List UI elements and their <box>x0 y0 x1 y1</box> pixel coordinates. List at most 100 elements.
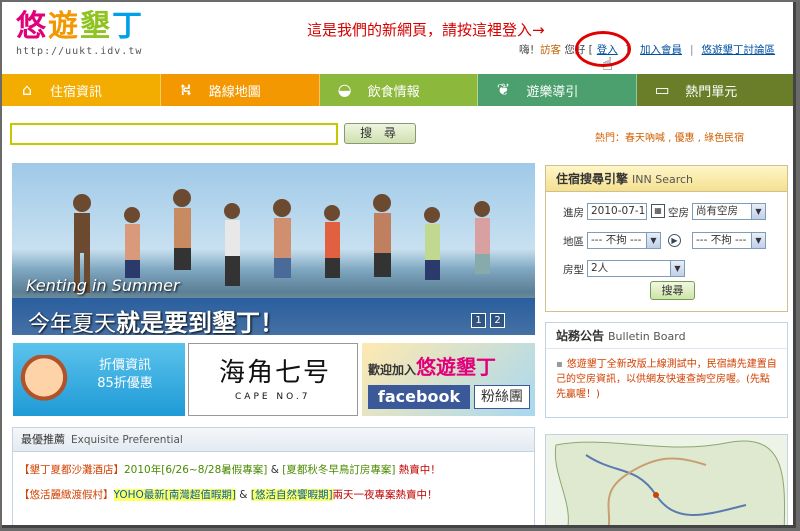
leaf-icon: ❦ <box>496 80 511 99</box>
hand-cursor-icon: ☝ <box>602 54 613 75</box>
inn-title-en: INN Search <box>632 173 694 186</box>
chevron-down-icon: ▼ <box>670 261 684 276</box>
greeting-prefix: 嗨！ <box>519 44 540 56</box>
banner-page-2[interactable]: 2 <box>490 313 505 328</box>
road-icon: ⛕ <box>179 80 192 99</box>
preferential-title: 最優推薦 <box>21 433 65 446</box>
link-divider: | <box>690 44 694 56</box>
forum-link[interactable]: 悠遊墾丁討論區 <box>702 44 776 56</box>
fans-label: 粉絲團 <box>474 385 530 409</box>
main-nav: ⌂ 住宿資訊 ⛕ 路線地圖 ◒ 飲食情報 ❦ 遊樂導引 ▭ 熱門單元 <box>2 74 793 106</box>
search-button[interactable]: 搜 尋 <box>344 123 416 144</box>
browser-page: 悠遊墾丁 http://uukt.idv.tw 這是我們的新網頁，請按這裡登入→… <box>2 2 796 528</box>
logo-char-3: 墾 <box>80 9 112 44</box>
calendar-icon[interactable]: ▦ <box>651 204 665 218</box>
discount-text: 折價資訊 85折優惠 <box>75 357 175 393</box>
search-input[interactable] <box>10 123 338 145</box>
inn-search-header: 住宿搜尋引擎 INN Search <box>546 166 787 192</box>
map-graphic <box>554 440 786 525</box>
banner-english-title: Kenting in Summer <box>26 276 180 295</box>
room-label: 空房 <box>668 207 689 219</box>
area-value-1: --- 不拘 --- <box>591 234 642 246</box>
checkin-label: 進房 <box>563 207 584 219</box>
inn-search-button[interactable]: 搜尋 <box>650 281 695 300</box>
room-type-label: 房型 <box>563 264 584 276</box>
facebook-card[interactable]: 歡迎加入悠遊墾丁 facebook 粉絲團 <box>362 343 535 416</box>
hot-label: 熱門： <box>595 133 625 144</box>
hero-banner[interactable]: Kenting in Summer 今年夏天就是要到墾丁！ 1 2 <box>12 163 535 335</box>
room-value: 尚有空房 <box>696 205 738 217</box>
preferential-header: 最優推薦 Exquisite Preferential <box>13 428 534 452</box>
preferential-item-2[interactable]: 【悠活麗緻渡假村】YOHO最新[南灣超值暇期] & [悠活自然饗暇期]兩天一夜專… <box>13 487 534 502</box>
nav-food[interactable]: ◒ 飲食情報 <box>319 74 479 106</box>
cape-subtitle: CAPE NO.7 <box>235 392 311 402</box>
room-type-value: 2人 <box>591 262 609 274</box>
fb-brand: 悠遊墾丁 <box>416 355 497 379</box>
area-label: 地區 <box>563 236 584 248</box>
hot-items[interactable]: 春天吶喊 , 優惠 , 綠色民宿 <box>625 133 744 144</box>
discount-card[interactable]: 折價資訊 85折優惠 <box>13 343 185 416</box>
area-value-2: --- 不拘 --- <box>696 234 747 246</box>
promo-hot: 熱賣中！ <box>395 464 441 476</box>
promo-early: [夏都秋冬早鳥訂房專案] <box>282 464 396 476</box>
map-preview[interactable] <box>545 434 788 525</box>
promo-amp: & <box>235 489 251 501</box>
bowl-icon: ◒ <box>337 80 352 99</box>
bulletin-text: 悠遊墾丁全新改版上線測試中，民宿請先建置自己的空房資訊，以供網友快速查詢空房喔。… <box>556 359 777 400</box>
site-logo[interactable]: 悠遊墾丁 http://uukt.idv.tw <box>16 10 144 58</box>
banner-zh-prefix: 今年夏天 <box>28 312 117 335</box>
facebook-logo: facebook <box>368 385 470 409</box>
resort-name: 【悠活麗緻渡假村】 <box>19 489 114 501</box>
logo-text: 悠遊墾丁 <box>16 10 144 44</box>
cape-no7-card[interactable]: 海角七号 CAPE NO.7 <box>188 343 358 416</box>
inn-search-form: 進房 2010-07-13 ▦ 空房 尚有空房 ▼ 地區 --- 不拘 --- ▼ … <box>546 192 787 311</box>
nav-label: 路線地圖 <box>208 84 261 100</box>
join-member-link[interactable]: 加入會員 <box>640 44 682 56</box>
logo-url: http://uukt.idv.tw <box>16 46 143 57</box>
fb-prefix: 歡迎加入 <box>368 363 417 377</box>
house-icon: ⌂ <box>21 80 33 99</box>
login-annotation: 這是我們的新網頁，請按這裡登入→ <box>307 21 545 39</box>
greeting-guest: 訪客 <box>540 44 561 56</box>
area-select-2[interactable]: --- 不拘 --- ▼ <box>692 232 766 249</box>
room-select[interactable]: 尚有空房 ▼ <box>692 203 766 220</box>
play-arrow-icon[interactable]: ▶ <box>668 234 681 247</box>
preferential-title-en: Exquisite Preferential <box>71 434 183 446</box>
nav-label: 遊樂導引 <box>526 84 579 100</box>
room-type-select[interactable]: 2人 ▼ <box>587 260 685 277</box>
bulletin-header: 站務公告 Bulletin Board <box>546 323 787 349</box>
banner-zh-bold: 就是要到墾丁！ <box>116 309 285 335</box>
bullet-icon: ▪ <box>556 359 563 370</box>
nav-label: 熱門單元 <box>685 84 738 100</box>
promo-highlight-2: [悠活自然饗暇期] <box>250 489 333 501</box>
bulletin-item[interactable]: ▪ 悠遊墾丁全新改版上線測試中，民宿請先建置自己的空房資訊，以供網友快速查詢空房喔… <box>546 349 787 402</box>
bulletin-title-en: Bulletin Board <box>608 330 686 343</box>
hot-keywords: 熱門：春天吶喊 , 優惠 , 綠色民宿 <box>595 129 744 144</box>
inn-search-panel: 住宿搜尋引擎 INN Search 進房 2010-07-13 ▦ 空房 尚有空房… <box>545 165 788 312</box>
area-select-1[interactable]: --- 不拘 --- ▼ <box>587 232 661 249</box>
nav-play-guide[interactable]: ❦ 遊樂導引 <box>478 74 638 106</box>
tv-icon: ▭ <box>654 80 670 99</box>
bulletin-board: 站務公告 Bulletin Board ▪ 悠遊墾丁全新改版上線測試中，民宿請先建置… <box>545 322 788 418</box>
preferential-item-1[interactable]: 【墾丁夏都沙灘酒店】2010年[6/26~8/28暑假專案] & [夏都秋冬早鳥… <box>13 462 534 477</box>
logo-char-4: 丁 <box>112 9 144 44</box>
discount-line2: 85折優惠 <box>97 376 153 391</box>
nav-hot[interactable]: ▭ 熱門單元 <box>637 74 793 106</box>
bulletin-title: 站務公告 <box>556 329 605 343</box>
promo-amp: & <box>267 464 283 476</box>
promo-highlight-1: YOHO最新[南灣超值暇期] <box>113 489 236 501</box>
banner-page-1[interactable]: 1 <box>471 313 486 328</box>
promo-hot: 兩天一夜專案熱賣中！ <box>332 489 438 501</box>
hotel-name: 【墾丁夏都沙灘酒店】 <box>19 464 124 476</box>
promo-green: 2010年[6/26~8/28暑假專案] <box>124 464 268 476</box>
nav-label: 住宿資訊 <box>50 84 103 100</box>
checkin-date-input[interactable]: 2010-07-13 <box>587 203 647 220</box>
chevron-down-icon: ▼ <box>646 233 660 248</box>
inn-title: 住宿搜尋引擎 <box>556 172 629 186</box>
facebook-headline: 歡迎加入悠遊墾丁 <box>368 351 496 380</box>
chevron-down-icon: ▼ <box>751 204 765 219</box>
top-links: 加入會員 | 悠遊墾丁討論區 <box>640 42 775 57</box>
child-photo <box>19 355 69 411</box>
nav-lodging[interactable]: ⌂ 住宿資訊 <box>2 74 161 106</box>
nav-route-map[interactable]: ⛕ 路線地圖 <box>160 74 320 106</box>
